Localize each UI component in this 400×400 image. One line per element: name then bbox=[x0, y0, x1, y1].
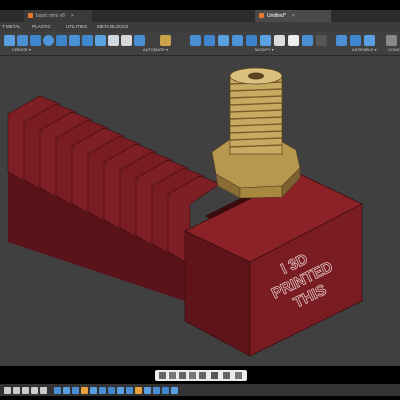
cylinder-icon[interactable] bbox=[30, 35, 41, 46]
construct-menu[interactable]: CONS bbox=[388, 47, 400, 52]
timeline-feature-icon[interactable] bbox=[162, 387, 169, 394]
document-icon bbox=[28, 13, 33, 19]
physical-material-icon[interactable] bbox=[316, 35, 327, 46]
joint-icon[interactable] bbox=[336, 35, 347, 46]
scale-icon[interactable] bbox=[246, 35, 257, 46]
threaded-shank bbox=[229, 75, 283, 155]
model-canvas: I 3D PRINTED THIS bbox=[7, 67, 363, 357]
display-settings-icon[interactable] bbox=[211, 372, 218, 379]
timeline-feature-icon[interactable] bbox=[144, 387, 151, 394]
close-tab-icon[interactable]: × bbox=[71, 13, 74, 19]
tab-untitled[interactable]: Untitled* × bbox=[255, 10, 331, 22]
document-icon bbox=[259, 13, 264, 19]
tab-basic-mini[interactable]: basic mini v8 × bbox=[24, 10, 92, 22]
timeline-feature-icon[interactable] bbox=[108, 387, 115, 394]
zoom-icon[interactable] bbox=[189, 372, 196, 379]
fillet-icon[interactable] bbox=[95, 35, 106, 46]
timeline-feature-icon[interactable] bbox=[90, 387, 97, 394]
shell-icon[interactable] bbox=[121, 35, 132, 46]
chamfer-icon[interactable] bbox=[218, 35, 229, 46]
tab-sheet-metal[interactable]: T METAL bbox=[2, 22, 21, 32]
timeline bbox=[0, 384, 400, 396]
press-pull-icon[interactable] bbox=[190, 35, 201, 46]
tab-utilities[interactable]: UTILITIES bbox=[66, 22, 87, 32]
torus-icon[interactable] bbox=[56, 35, 67, 46]
automate-menu[interactable]: AUTOMATE ▾ bbox=[143, 47, 168, 52]
box-icon[interactable] bbox=[17, 35, 28, 46]
step-back-icon[interactable] bbox=[13, 387, 20, 394]
viewport-settings-icon[interactable] bbox=[235, 372, 242, 379]
insert-hole bbox=[248, 72, 264, 80]
document-tab-strip: basic mini v8 × Untitled* × bbox=[0, 10, 400, 22]
shell-body-icon[interactable] bbox=[232, 35, 243, 46]
timeline-feature-icon[interactable] bbox=[126, 387, 133, 394]
go-to-end-icon[interactable] bbox=[40, 387, 47, 394]
play-icon[interactable] bbox=[22, 387, 29, 394]
rigid-group-icon[interactable] bbox=[350, 35, 361, 46]
tab-label: basic mini v8 bbox=[36, 13, 65, 19]
workspace-tab-row: T METAL PLASTIC UTILITIES META BLOCKS bbox=[0, 22, 400, 32]
close-tab-icon[interactable]: × bbox=[292, 13, 295, 19]
toolbar: CREATE ▾ AUTOMATE ▾ MODIFY ▾ ASSEMBLE ▾ … bbox=[0, 32, 400, 56]
modify-menu[interactable]: MODIFY ▾ bbox=[255, 47, 274, 52]
end-block bbox=[184, 173, 363, 357]
assemble-menu[interactable]: ASSEMBLE ▾ bbox=[352, 47, 377, 52]
pipe-icon[interactable] bbox=[82, 35, 93, 46]
combine-icon[interactable] bbox=[260, 35, 271, 46]
look-at-icon[interactable] bbox=[169, 372, 176, 379]
hex-face-front bbox=[239, 185, 283, 199]
grid-settings-icon[interactable] bbox=[223, 372, 230, 379]
timeline-feature-icon[interactable] bbox=[72, 387, 79, 394]
draft-icon[interactable] bbox=[134, 35, 145, 46]
align-icon[interactable] bbox=[302, 35, 313, 46]
timeline-feature-icon[interactable] bbox=[54, 387, 61, 394]
coil-icon[interactable] bbox=[69, 35, 80, 46]
pattern-icon[interactable] bbox=[108, 35, 119, 46]
create-menu[interactable]: CREATE ▾ bbox=[12, 47, 31, 52]
timeline-feature-icon[interactable] bbox=[99, 387, 106, 394]
timeline-marker-icon[interactable] bbox=[171, 387, 178, 394]
offset-face-icon[interactable] bbox=[274, 35, 285, 46]
construct-icon[interactable] bbox=[386, 35, 397, 46]
go-to-start-icon[interactable] bbox=[4, 387, 11, 394]
timeline-feature-icon[interactable] bbox=[63, 387, 70, 394]
threaded-insert bbox=[211, 67, 301, 199]
3d-viewport[interactable]: I 3D PRINTED THIS bbox=[0, 56, 400, 366]
fillet-edge-icon[interactable] bbox=[204, 35, 215, 46]
timeline-feature-icon[interactable] bbox=[117, 387, 124, 394]
sketch-icon[interactable] bbox=[4, 35, 15, 46]
timeline-feature-icon[interactable] bbox=[135, 387, 142, 394]
automate-icon[interactable] bbox=[160, 35, 171, 46]
navigation-bar bbox=[155, 370, 247, 381]
fit-icon[interactable] bbox=[199, 372, 206, 379]
sphere-icon[interactable] bbox=[43, 35, 54, 46]
drive-joints-icon[interactable] bbox=[364, 35, 375, 46]
tab-plastic[interactable]: PLASTIC bbox=[32, 22, 51, 32]
move-icon[interactable] bbox=[288, 35, 299, 46]
timeline-feature-icon[interactable] bbox=[153, 387, 160, 394]
tab-meta-blocks[interactable]: META BLOCKS bbox=[97, 22, 128, 32]
step-forward-icon[interactable] bbox=[31, 387, 38, 394]
pan-icon[interactable] bbox=[179, 372, 186, 379]
tab-label: Untitled* bbox=[267, 13, 286, 19]
orbit-icon[interactable] bbox=[159, 372, 166, 379]
app-window: basic mini v8 × Untitled* × T METAL PLASTI… bbox=[0, 0, 400, 400]
timeline-feature-icon[interactable] bbox=[81, 387, 88, 394]
